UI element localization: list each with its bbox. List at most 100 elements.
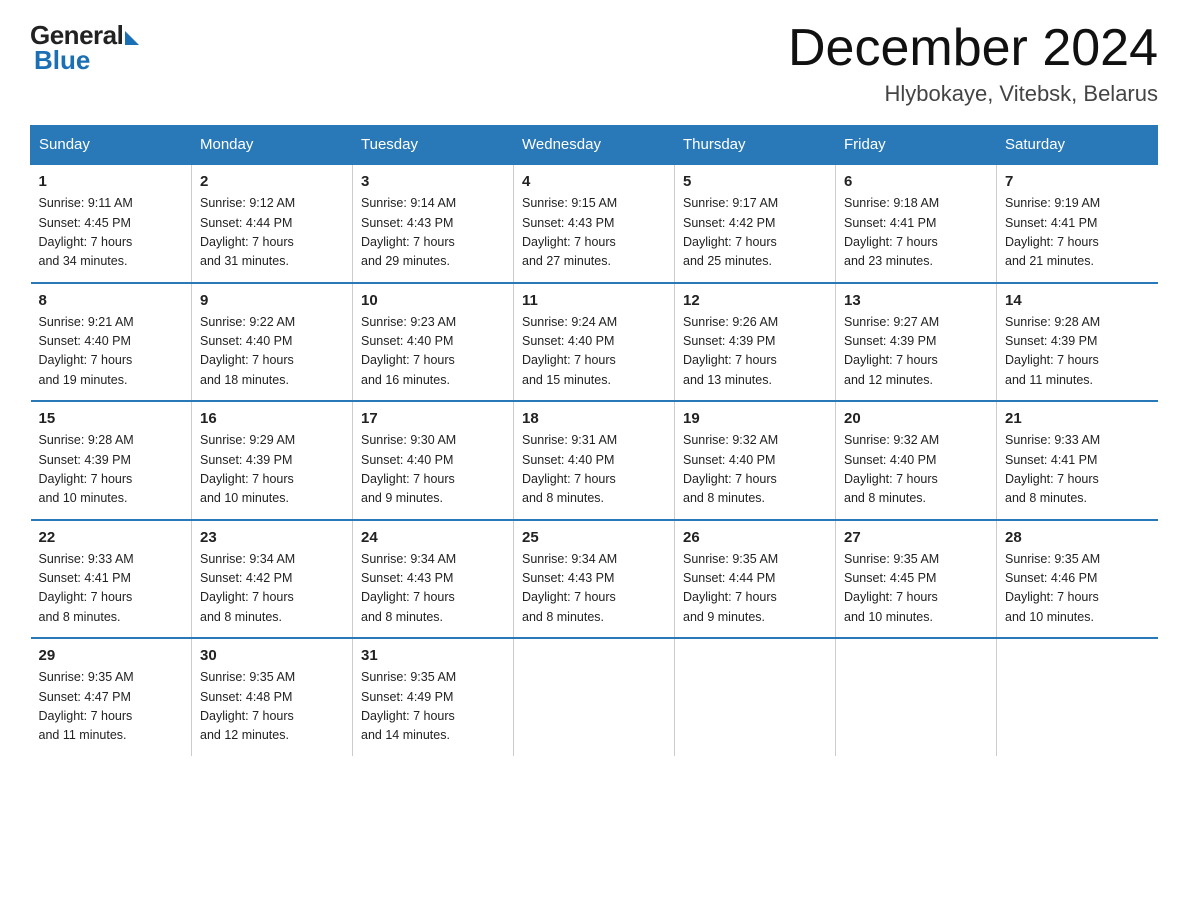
day-number: 6 [844, 173, 988, 190]
day-info: Sunrise: 9:33 AMSunset: 4:41 PMDaylight:… [39, 550, 184, 628]
day-number: 7 [1005, 173, 1150, 190]
day-number: 4 [522, 173, 666, 190]
day-cell: 27 Sunrise: 9:35 AMSunset: 4:45 PMDayligh… [836, 520, 997, 639]
day-header-sunday: Sunday [31, 126, 192, 165]
day-cell: 14Sunrise: 9:28 AMSunset: 4:39 PMDayligh… [997, 283, 1158, 402]
day-cell: 21Sunrise: 9:33 AMSunset: 4:41 PMDayligh… [997, 401, 1158, 520]
day-info: Sunrise: 9:35 AMSunset: 4:49 PMDaylight:… [361, 668, 505, 746]
day-info: Sunrise: 9:35 AMSunset: 4:45 PMDaylight:… [844, 550, 988, 628]
location-subtitle: Hlybokaye, Vitebsk, Belarus [788, 81, 1158, 107]
day-info: Sunrise: 9:14 AMSunset: 4:43 PMDaylight:… [361, 194, 505, 272]
day-cell: 18 Sunrise: 9:31 AMSunset: 4:40 PMDayligh… [514, 401, 675, 520]
day-cell: 24Sunrise: 9:34 AMSunset: 4:43 PMDayligh… [353, 520, 514, 639]
logo: General Blue [30, 20, 139, 76]
day-cell: 30 Sunrise: 9:35 AMSunset: 4:48 PMDayligh… [192, 638, 353, 756]
logo-blue-text: Blue [34, 45, 90, 76]
day-header-monday: Monday [192, 126, 353, 165]
day-cell: 6 Sunrise: 9:18 AMSunset: 4:41 PMDaylight… [836, 164, 997, 283]
day-info: Sunrise: 9:35 AMSunset: 4:47 PMDaylight:… [39, 668, 184, 746]
day-info: Sunrise: 9:32 AMSunset: 4:40 PMDaylight:… [683, 431, 827, 509]
day-info: Sunrise: 9:12 AMSunset: 4:44 PMDaylight:… [200, 194, 344, 272]
day-cell: 9 Sunrise: 9:22 AMSunset: 4:40 PMDaylight… [192, 283, 353, 402]
day-number: 8 [39, 292, 184, 309]
day-number: 1 [39, 173, 184, 190]
day-header-friday: Friday [836, 126, 997, 165]
week-row-1: 1 Sunrise: 9:11 AMSunset: 4:45 PMDaylight… [31, 164, 1158, 283]
day-info: Sunrise: 9:18 AMSunset: 4:41 PMDaylight:… [844, 194, 988, 272]
day-cell: 3 Sunrise: 9:14 AMSunset: 4:43 PMDaylight… [353, 164, 514, 283]
day-info: Sunrise: 9:22 AMSunset: 4:40 PMDaylight:… [200, 313, 344, 391]
day-number: 5 [683, 173, 827, 190]
day-header-tuesday: Tuesday [353, 126, 514, 165]
day-cell: 31Sunrise: 9:35 AMSunset: 4:49 PMDayligh… [353, 638, 514, 756]
day-number: 27 [844, 529, 988, 546]
day-info: Sunrise: 9:11 AMSunset: 4:45 PMDaylight:… [39, 194, 184, 272]
day-cell: 5 Sunrise: 9:17 AMSunset: 4:42 PMDaylight… [675, 164, 836, 283]
day-info: Sunrise: 9:17 AMSunset: 4:42 PMDaylight:… [683, 194, 827, 272]
week-row-3: 15Sunrise: 9:28 AMSunset: 4:39 PMDayligh… [31, 401, 1158, 520]
day-cell: 7 Sunrise: 9:19 AMSunset: 4:41 PMDaylight… [997, 164, 1158, 283]
day-info: Sunrise: 9:31 AMSunset: 4:40 PMDaylight:… [522, 431, 666, 509]
day-cell: 29Sunrise: 9:35 AMSunset: 4:47 PMDayligh… [31, 638, 192, 756]
day-cell [514, 638, 675, 756]
day-info: Sunrise: 9:34 AMSunset: 4:43 PMDaylight:… [361, 550, 505, 628]
day-cell: 2 Sunrise: 9:12 AMSunset: 4:44 PMDaylight… [192, 164, 353, 283]
calendar-body: 1 Sunrise: 9:11 AMSunset: 4:45 PMDaylight… [31, 164, 1158, 756]
day-number: 23 [200, 529, 344, 546]
day-info: Sunrise: 9:27 AMSunset: 4:39 PMDaylight:… [844, 313, 988, 391]
day-number: 28 [1005, 529, 1150, 546]
day-cell: 4 Sunrise: 9:15 AMSunset: 4:43 PMDaylight… [514, 164, 675, 283]
day-cell: 13Sunrise: 9:27 AMSunset: 4:39 PMDayligh… [836, 283, 997, 402]
day-info: Sunrise: 9:19 AMSunset: 4:41 PMDaylight:… [1005, 194, 1150, 272]
day-number: 20 [844, 410, 988, 427]
day-info: Sunrise: 9:34 AMSunset: 4:43 PMDaylight:… [522, 550, 666, 628]
day-cell: 17 Sunrise: 9:30 AMSunset: 4:40 PMDayligh… [353, 401, 514, 520]
day-number: 25 [522, 529, 666, 546]
day-header-wednesday: Wednesday [514, 126, 675, 165]
day-number: 18 [522, 410, 666, 427]
day-info: Sunrise: 9:32 AMSunset: 4:40 PMDaylight:… [844, 431, 988, 509]
day-info: Sunrise: 9:35 AMSunset: 4:46 PMDaylight:… [1005, 550, 1150, 628]
day-info: Sunrise: 9:24 AMSunset: 4:40 PMDaylight:… [522, 313, 666, 391]
day-info: Sunrise: 9:30 AMSunset: 4:40 PMDaylight:… [361, 431, 505, 509]
day-cell: 23 Sunrise: 9:34 AMSunset: 4:42 PMDayligh… [192, 520, 353, 639]
day-cell: 20 Sunrise: 9:32 AMSunset: 4:40 PMDayligh… [836, 401, 997, 520]
day-info: Sunrise: 9:23 AMSunset: 4:40 PMDaylight:… [361, 313, 505, 391]
day-info: Sunrise: 9:34 AMSunset: 4:42 PMDaylight:… [200, 550, 344, 628]
day-number: 3 [361, 173, 505, 190]
day-info: Sunrise: 9:26 AMSunset: 4:39 PMDaylight:… [683, 313, 827, 391]
day-cell: 22Sunrise: 9:33 AMSunset: 4:41 PMDayligh… [31, 520, 192, 639]
day-info: Sunrise: 9:29 AMSunset: 4:39 PMDaylight:… [200, 431, 344, 509]
day-number: 16 [200, 410, 344, 427]
calendar-table: SundayMondayTuesdayWednesdayThursdayFrid… [30, 125, 1158, 756]
day-info: Sunrise: 9:35 AMSunset: 4:44 PMDaylight:… [683, 550, 827, 628]
week-row-2: 8 Sunrise: 9:21 AMSunset: 4:40 PMDaylight… [31, 283, 1158, 402]
page-header: General Blue December 2024 Hlybokaye, Vi… [30, 20, 1158, 107]
day-number: 2 [200, 173, 344, 190]
title-section: December 2024 Hlybokaye, Vitebsk, Belaru… [788, 20, 1158, 107]
day-cell: 10Sunrise: 9:23 AMSunset: 4:40 PMDayligh… [353, 283, 514, 402]
day-number: 17 [361, 410, 505, 427]
day-cell [997, 638, 1158, 756]
month-title: December 2024 [788, 20, 1158, 77]
day-header-thursday: Thursday [675, 126, 836, 165]
day-info: Sunrise: 9:21 AMSunset: 4:40 PMDaylight:… [39, 313, 184, 391]
day-cell [836, 638, 997, 756]
day-header-saturday: Saturday [997, 126, 1158, 165]
day-number: 30 [200, 647, 344, 664]
day-number: 19 [683, 410, 827, 427]
day-cell: 26Sunrise: 9:35 AMSunset: 4:44 PMDayligh… [675, 520, 836, 639]
day-info: Sunrise: 9:15 AMSunset: 4:43 PMDaylight:… [522, 194, 666, 272]
day-cell: 16 Sunrise: 9:29 AMSunset: 4:39 PMDayligh… [192, 401, 353, 520]
calendar-header: SundayMondayTuesdayWednesdayThursdayFrid… [31, 126, 1158, 165]
week-row-5: 29Sunrise: 9:35 AMSunset: 4:47 PMDayligh… [31, 638, 1158, 756]
day-number: 21 [1005, 410, 1150, 427]
day-number: 12 [683, 292, 827, 309]
day-cell: 8 Sunrise: 9:21 AMSunset: 4:40 PMDaylight… [31, 283, 192, 402]
day-number: 15 [39, 410, 184, 427]
day-number: 9 [200, 292, 344, 309]
logo-arrow-icon [125, 31, 139, 45]
week-row-4: 22Sunrise: 9:33 AMSunset: 4:41 PMDayligh… [31, 520, 1158, 639]
day-cell: 28 Sunrise: 9:35 AMSunset: 4:46 PMDayligh… [997, 520, 1158, 639]
day-info: Sunrise: 9:35 AMSunset: 4:48 PMDaylight:… [200, 668, 344, 746]
